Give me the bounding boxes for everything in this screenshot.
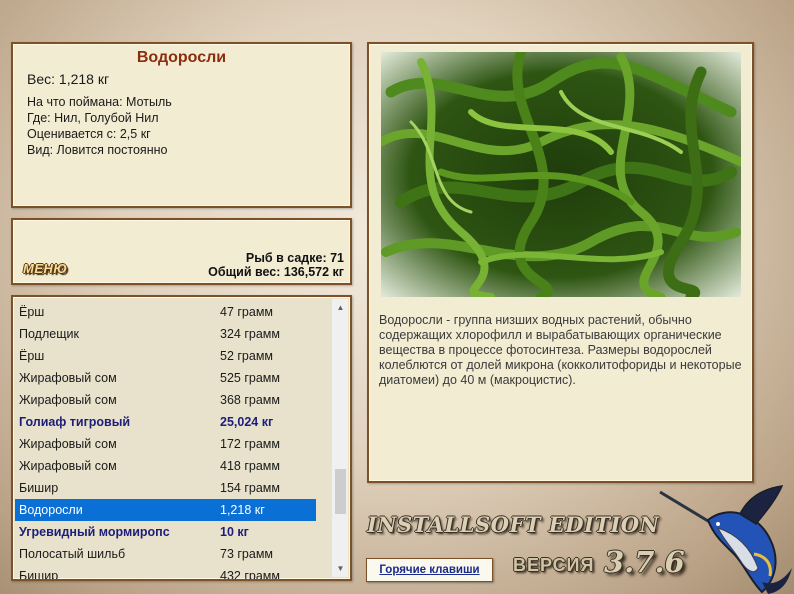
list-item-name: Голиаф тигровый xyxy=(19,415,131,429)
list-item[interactable]: Жирафовый сом 525 грамм xyxy=(15,367,316,389)
catch-stats-panel: МЕНЮ Рыб в садке: 71 Общий вес: 136,572 … xyxy=(11,218,352,285)
list-item-name: Подлещик xyxy=(19,327,79,341)
list-item[interactable]: Ёрш 52 грамм xyxy=(15,345,316,367)
fish-description: Водоросли - группа низших водных растени… xyxy=(379,313,742,387)
seaweed-photo xyxy=(381,52,741,297)
list-item-name: Бишир xyxy=(19,481,59,495)
list-item-weight: 324 грамм xyxy=(220,327,280,341)
list-item[interactable]: Жирафовый сом 172 грамм xyxy=(15,433,316,455)
menu-button[interactable]: МЕНЮ xyxy=(23,261,67,276)
list-item[interactable]: Полосатый шильб 73 грамм xyxy=(15,543,316,565)
list-item-weight: 154 грамм xyxy=(220,481,280,495)
list-item-name: Ёрш xyxy=(19,305,45,319)
fish-info-panel: Водоросли Вес: 1,218 кг На что поймана: … xyxy=(11,42,352,208)
list-item-weight: 368 грамм xyxy=(220,393,280,407)
list-item-name: Бишир xyxy=(19,569,59,581)
list-item-name: Водоросли xyxy=(19,503,83,517)
marlin-logo-icon xyxy=(658,484,794,594)
list-item-name: Ёрш xyxy=(19,349,45,363)
fish-location: Где: Нил, Голубой Нил xyxy=(27,111,159,125)
list-item-weight: 25,024 кг xyxy=(220,415,274,429)
list-item[interactable]: Жирафовый сом 368 грамм xyxy=(15,389,316,411)
fish-weight: Вес: 1,218 кг xyxy=(27,71,110,87)
catch-list[interactable]: Ёрш 47 грамм Подлещик 324 грамм Ёрш 52 грамм Ж… xyxy=(11,295,352,581)
list-item-weight: 73 грамм xyxy=(220,547,274,561)
fish-bait: На что поймана: Мотыль xyxy=(27,95,172,109)
list-item-weight: 418 грамм xyxy=(220,459,280,473)
list-item-weight: 432 грамм xyxy=(220,569,280,581)
list-item-weight: 1,218 кг xyxy=(220,503,265,517)
list-item-weight: 172 грамм xyxy=(220,437,280,451)
triangle-down-icon[interactable]: ▼ xyxy=(332,560,349,577)
seaweed-image xyxy=(381,52,741,297)
edition-title: INSTALLSOFT EDITION xyxy=(367,512,660,537)
list-item[interactable]: Бишир 432 грамм xyxy=(15,565,316,581)
list-item-weight: 525 грамм xyxy=(220,371,280,385)
list-item-weight: 10 кг xyxy=(220,525,249,539)
list-item-weight: 52 грамм xyxy=(220,349,274,363)
list-item[interactable]: Жирафовый сом 418 грамм xyxy=(15,455,316,477)
list-item-weight: 47 грамм xyxy=(220,305,274,319)
fish-type: Вид: Ловится постоянно xyxy=(27,143,168,157)
list-item[interactable]: Угревидный мормиропс 10 кг xyxy=(15,521,316,543)
list-item-name: Жирафовый сом xyxy=(19,371,117,385)
list-item-name: Жирафовый сом xyxy=(19,437,117,451)
list-item[interactable]: Бишир 154 грамм xyxy=(15,477,316,499)
version-label: ВЕРСИЯ xyxy=(513,555,595,575)
catch-list-scrollbar[interactable]: ▲ ▼ xyxy=(331,299,348,577)
list-item[interactable]: Подлещик 324 грамм xyxy=(15,323,316,345)
scrollbar-thumb[interactable] xyxy=(335,469,346,514)
list-item-name: Полосатый шильб xyxy=(19,547,126,561)
list-item[interactable]: Голиаф тигровый 25,024 кг xyxy=(15,411,316,433)
fish-title: Водоросли xyxy=(136,49,227,66)
triangle-up-icon[interactable]: ▲ xyxy=(332,299,349,316)
fish-valued-from: Оценивается с: 2,5 кг xyxy=(27,127,151,141)
fish-detail-panel: Водоросли - группа низших водных растени… xyxy=(367,42,754,483)
total-weight: Общий вес: 136,572 кг xyxy=(208,265,344,279)
hotkeys-button[interactable]: Горячие клавиши xyxy=(366,558,493,582)
list-item-name: Жирафовый сом xyxy=(19,393,117,407)
list-item-name: Угревидный мормиропс xyxy=(19,525,170,539)
list-item-selected[interactable]: Водоросли 1,218 кг xyxy=(15,499,316,521)
list-item[interactable]: Ёрш 47 грамм xyxy=(15,301,316,323)
fish-in-net-count: Рыб в садке: 71 xyxy=(245,251,344,265)
list-item-name: Жирафовый сом xyxy=(19,459,117,473)
